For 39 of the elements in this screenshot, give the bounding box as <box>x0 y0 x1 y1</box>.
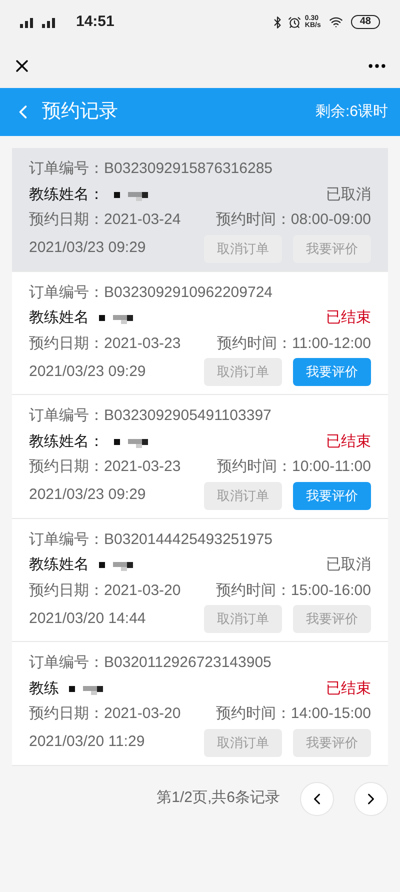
order-number: 订单编号：B0320112926723143905 <box>29 653 272 673</box>
coach-name-label: 教练姓名 <box>29 308 89 328</box>
order-number: 订单编号：B0320144425493251975 <box>29 530 273 550</box>
order-status: 已结束 <box>326 432 371 452</box>
order-status: 已结束 <box>326 308 371 328</box>
alarm-icon <box>288 16 301 28</box>
booking-time: 预约时间：15:00-16:00 <box>216 580 371 600</box>
wifi-icon <box>328 15 343 29</box>
review-button[interactable]: 我要评价 <box>293 358 371 386</box>
order-status: 已取消 <box>326 555 371 575</box>
coach-name-label: 教练姓名： <box>29 432 104 452</box>
created-time: 2021/03/23 09:29 <box>29 238 146 258</box>
page-summary: 第1/2页,共6条记录 <box>156 788 280 808</box>
booking-date: 预约日期：2021-03-24 <box>29 210 181 230</box>
booking-time: 预约时间：11:00-12:00 <box>217 334 371 354</box>
created-time: 2021/03/20 11:29 <box>29 732 145 752</box>
coach-name-label: 教练姓名： <box>29 184 104 204</box>
review-button[interactable]: 我要评价 <box>293 482 371 510</box>
coach-name-label: 教练姓名 <box>29 555 89 575</box>
page-title: 预约记录 <box>42 100 118 124</box>
booking-time: 预约时间：14:00-15:00 <box>216 704 371 724</box>
created-time: 2021/03/20 14:44 <box>29 608 146 629</box>
booking-time: 预约时间：10:00-11:00 <box>217 457 371 477</box>
booking-date: 预约日期：2021-03-20 <box>29 704 181 724</box>
booking-date: 预约日期：2021-03-23 <box>29 334 181 354</box>
created-time: 2021/03/23 09:29 <box>29 362 146 382</box>
battery-indicator: 48 <box>350 15 380 29</box>
order-number: 订单编号：B0323092910962209724 <box>29 282 273 302</box>
booking-time: 预约时间：08:00-09:00 <box>216 210 371 230</box>
order-status: 已结束 <box>326 678 371 698</box>
clock-text: 14:51 <box>76 12 114 32</box>
booking-date: 预约日期：2021-03-20 <box>29 580 181 600</box>
booking-date: 预约日期：2021-03-23 <box>29 457 181 477</box>
order-number: 订单编号：B0323092915876316285 <box>29 159 273 179</box>
created-time: 2021/03/23 09:29 <box>29 485 146 506</box>
coach-name-label: 教练 <box>29 678 59 698</box>
remaining-hours: 剩余:6课时 <box>315 102 388 122</box>
order-number: 订单编号：B0323092905491103397 <box>29 406 272 426</box>
order-status: 已取消 <box>326 184 371 204</box>
